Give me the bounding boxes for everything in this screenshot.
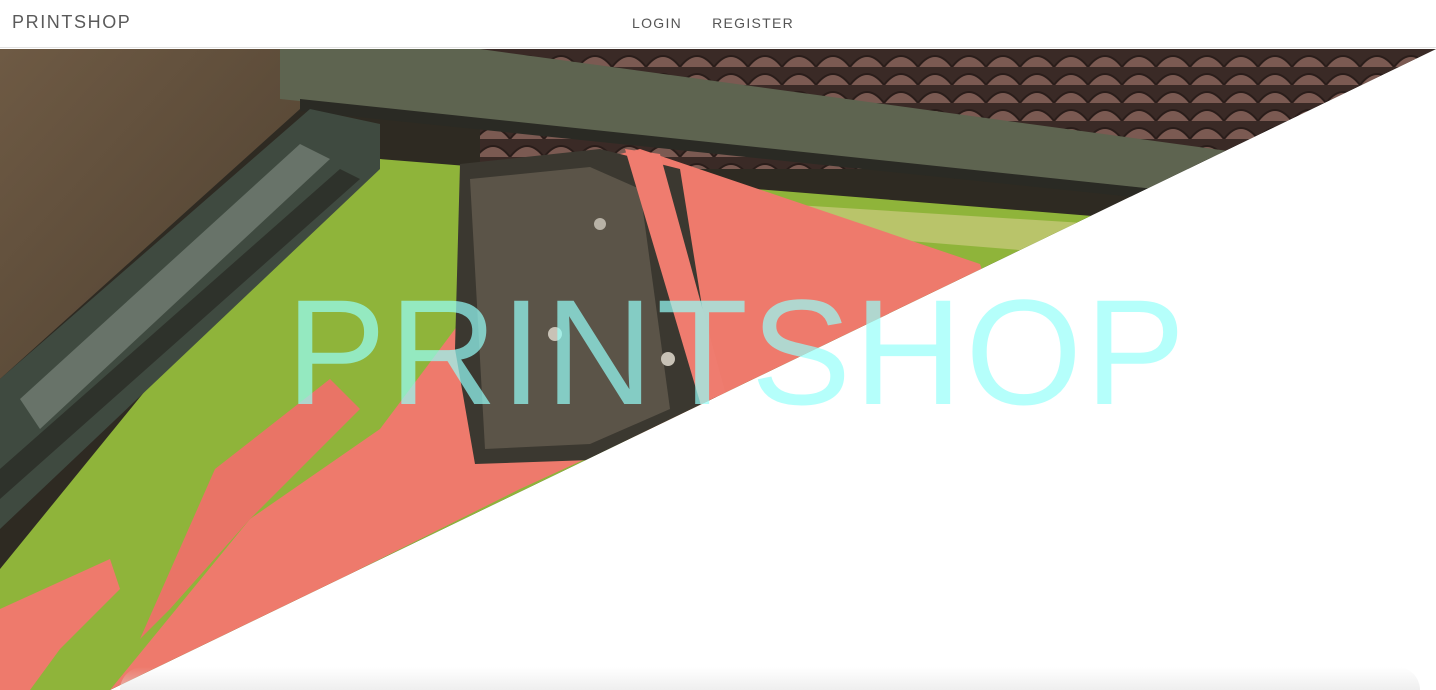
login-link[interactable]: LOGIN [632,15,682,31]
register-link[interactable]: REGISTER [712,15,794,31]
bottom-fade [120,667,1420,690]
hero-section: PRINTSHOP [0,49,1436,690]
top-navbar: PRINTSHOP LOGIN REGISTER [0,0,1436,48]
nav-links: LOGIN REGISTER [632,15,794,31]
brand-logo-link[interactable]: PRINTSHOP [12,12,131,33]
hero-title: PRINTSHOP [286,268,1189,436]
